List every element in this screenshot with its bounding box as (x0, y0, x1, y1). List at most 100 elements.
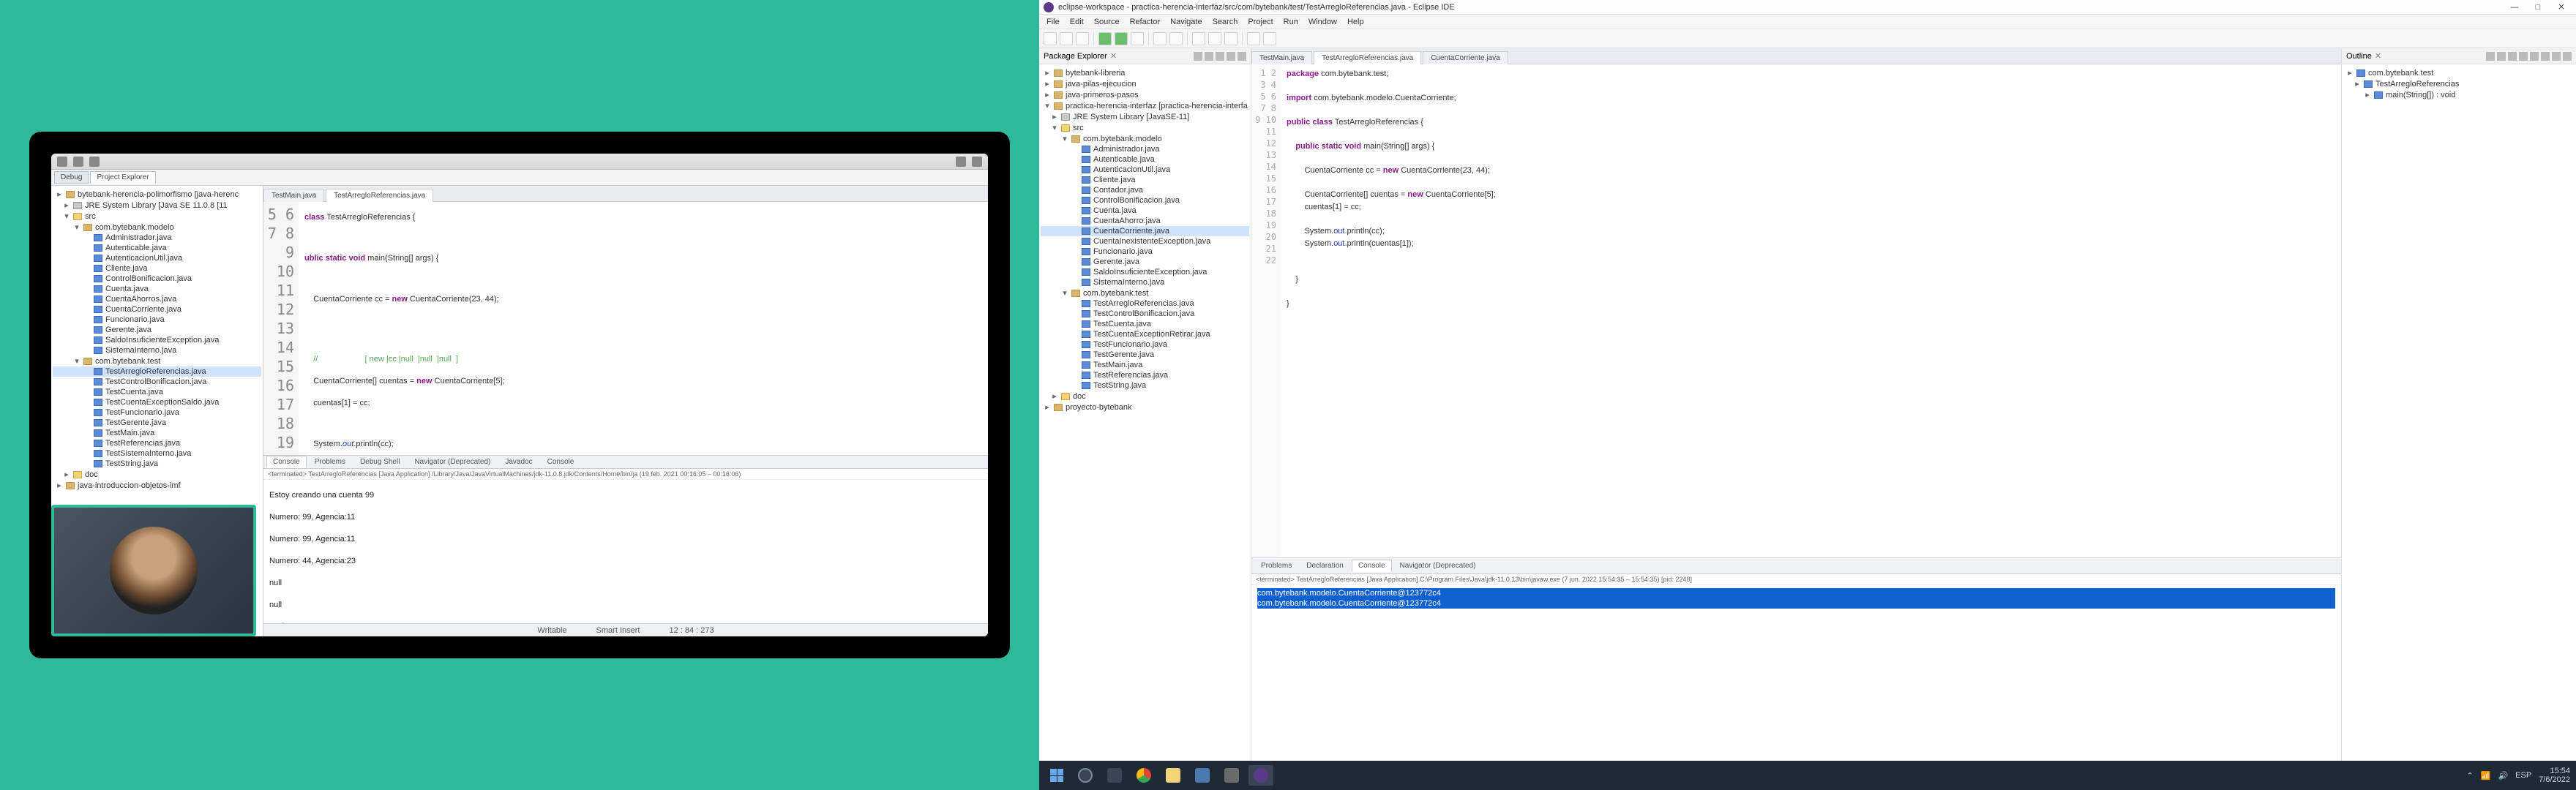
tree-item[interactable]: TestCuentaExceptionSaldo.java (53, 397, 261, 407)
tree-item[interactable]: ▾src (53, 211, 261, 222)
tree-item[interactable]: Autenticable.java (53, 243, 261, 253)
tree-item[interactable]: ▸doc (53, 469, 261, 480)
new-class-icon[interactable] (1169, 32, 1183, 45)
tree-item[interactable]: ▸java-introduccion-objetos-imf (53, 480, 261, 491)
hide-local-icon[interactable] (2530, 52, 2539, 61)
new-package-icon[interactable] (1153, 32, 1167, 45)
tree-item[interactable]: Administrador.java (1041, 144, 1249, 154)
menu-window[interactable]: Window (1304, 16, 1341, 28)
tree-item[interactable]: Funcionario.java (1041, 247, 1249, 257)
maximize-icon[interactable] (2563, 52, 2572, 61)
tree-item[interactable]: TestGerente.java (1041, 350, 1249, 360)
editor-tab[interactable]: CuentaCorriente.java (1423, 51, 1508, 64)
bottom-tab[interactable]: Javadoc (498, 456, 539, 468)
tree-item[interactable]: ▸java-primeros-pasos (1041, 89, 1249, 100)
close-button[interactable]: ✕ (2551, 1, 2572, 13)
tree-item[interactable]: ▸JRE System Library [JavaSE-11] (1041, 111, 1249, 122)
tree-item[interactable]: AutenticacionUtil.java (53, 253, 261, 263)
tree-item[interactable]: ▾practica-herencia-interfaz [practica-he… (1041, 100, 1249, 111)
tree-item[interactable]: TestArregloReferencias.java (53, 366, 261, 377)
link-editor-icon[interactable] (1205, 52, 1213, 61)
tree-item[interactable]: ▾com.bytebank.modelo (53, 222, 261, 233)
bottom-tab[interactable]: Console (541, 456, 581, 468)
toolbar-icon[interactable] (89, 157, 100, 167)
tree-item[interactable]: CuentaInexistenteException.java (1041, 236, 1249, 247)
menu-project[interactable]: Project (1243, 16, 1277, 28)
view-menu-icon[interactable] (1216, 52, 1224, 61)
tree-item[interactable]: ControlBonificacion.java (53, 274, 261, 284)
tree-item[interactable]: TestFuncionario.java (1041, 339, 1249, 350)
tree-item[interactable]: TestMain.java (53, 428, 261, 438)
tree-item[interactable]: ▾com.bytebank.modelo (1041, 133, 1249, 144)
tree-item[interactable]: CuentaCorriente.java (53, 304, 261, 315)
new-icon[interactable] (1044, 32, 1057, 45)
tree-item[interactable]: ▸doc (1041, 391, 1249, 402)
menu-navigate[interactable]: Navigate (1166, 16, 1206, 28)
code-editor[interactable]: 5 6 7 8 9 10 11 12 13 14 15 16 17 18 19 … (263, 202, 988, 455)
tree-item[interactable]: TestMain.java (1041, 360, 1249, 370)
tree-item[interactable]: ▸proyecto-bytebank (1041, 402, 1249, 413)
menu-edit[interactable]: Edit (1066, 16, 1088, 28)
editor-tab[interactable]: TestMain.java (263, 189, 324, 202)
menu-file[interactable]: File (1042, 16, 1064, 28)
tree-item[interactable]: ▸JRE System Library [Java SE 11.0.8 [11 (53, 200, 261, 211)
tree-item[interactable]: Gerente.java (1041, 257, 1249, 267)
tree-item[interactable]: CuentaCorriente.java (1041, 226, 1249, 236)
forward-icon[interactable] (1263, 32, 1276, 45)
tree-item[interactable]: Cuenta.java (53, 284, 261, 294)
tree-item[interactable]: TestString.java (1041, 380, 1249, 391)
tree-item[interactable]: SaldoInsuficienteException.java (1041, 267, 1249, 277)
coverage-icon[interactable] (1131, 32, 1144, 45)
menu-search[interactable]: Search (1208, 16, 1243, 28)
bottom-tab[interactable]: Navigator (Deprecated) (408, 456, 497, 468)
tree-item[interactable]: TestFuncionario.java (53, 407, 261, 418)
tree-item[interactable]: TestControlBonificacion.java (1041, 309, 1249, 319)
minimize-button[interactable]: — (2504, 1, 2525, 13)
tree-item[interactable]: TestSistemaInterno.java (53, 448, 261, 459)
code-text[interactable]: class TestArregloReferencias { ublic sta… (299, 202, 988, 455)
hide-fields-icon[interactable] (2497, 52, 2506, 61)
tree-item[interactable]: SaldoInsuficienteException.java (53, 335, 261, 345)
tree-item[interactable]: Gerente.java (53, 325, 261, 335)
toggle-mark-icon[interactable] (1224, 32, 1238, 45)
debug-icon[interactable] (1098, 32, 1112, 45)
bottom-tab[interactable]: Declaration (1300, 560, 1350, 572)
menu-source[interactable]: Source (1090, 16, 1124, 28)
maximize-icon[interactable] (1238, 52, 1246, 61)
run-icon[interactable] (1115, 32, 1128, 45)
menu-refactor[interactable]: Refactor (1126, 16, 1165, 28)
app-icon[interactable] (1219, 765, 1244, 786)
outline-item[interactable]: ▸main(String[]) : void (2343, 89, 2575, 100)
save-all-icon[interactable] (1076, 32, 1089, 45)
tree-item[interactable]: ▸java-pilas-ejecucion (1041, 78, 1249, 89)
perspective-project-explorer[interactable]: Project Explorer (90, 171, 155, 184)
hide-nonpublic-icon[interactable] (2519, 52, 2528, 61)
search-icon[interactable] (1208, 32, 1221, 45)
sort-icon[interactable] (2486, 52, 2495, 61)
tree-item[interactable]: ▾com.bytebank.test (1041, 287, 1249, 298)
tree-item[interactable]: Administrador.java (53, 233, 261, 243)
perspective-icon[interactable] (972, 157, 982, 167)
tree-item[interactable]: SistemaInterno.java (53, 345, 261, 356)
tree-item[interactable]: TestArregloReferencias.java (1041, 298, 1249, 309)
tree-item[interactable]: ControlBonificacion.java (1041, 195, 1249, 206)
minimize-icon[interactable] (1227, 52, 1235, 61)
tray-clock[interactable]: 15:54 7/6/2022 (2539, 767, 2570, 784)
tree-item[interactable]: TestReferencias.java (53, 438, 261, 448)
tree-item[interactable]: TestCuenta.java (1041, 319, 1249, 329)
tree-item[interactable]: SistemaInterno.java (1041, 277, 1249, 287)
tree-item[interactable]: ▸bytebank-herencia-polimorfismo [java-he… (53, 189, 261, 200)
search-icon[interactable] (1073, 765, 1098, 786)
explorer-icon[interactable] (1161, 765, 1186, 786)
maximize-button[interactable]: □ (2528, 1, 2548, 13)
tree-item[interactable]: Cliente.java (1041, 175, 1249, 185)
tree-item[interactable]: TestControlBonificacion.java (53, 377, 261, 387)
tree-item[interactable]: Funcionario.java (53, 315, 261, 325)
bottom-tab[interactable]: Problems (1254, 560, 1298, 572)
tree-item[interactable]: AutenticacionUtil.java (1041, 165, 1249, 175)
code-text[interactable]: package com.bytebank.test; import com.by… (1281, 64, 2341, 557)
bottom-tab[interactable]: Navigator (Deprecated) (1393, 560, 1483, 572)
tree-item[interactable]: Cuenta.java (1041, 206, 1249, 216)
menu-run[interactable]: Run (1279, 16, 1303, 28)
tree-item[interactable]: TestGerente.java (53, 418, 261, 428)
